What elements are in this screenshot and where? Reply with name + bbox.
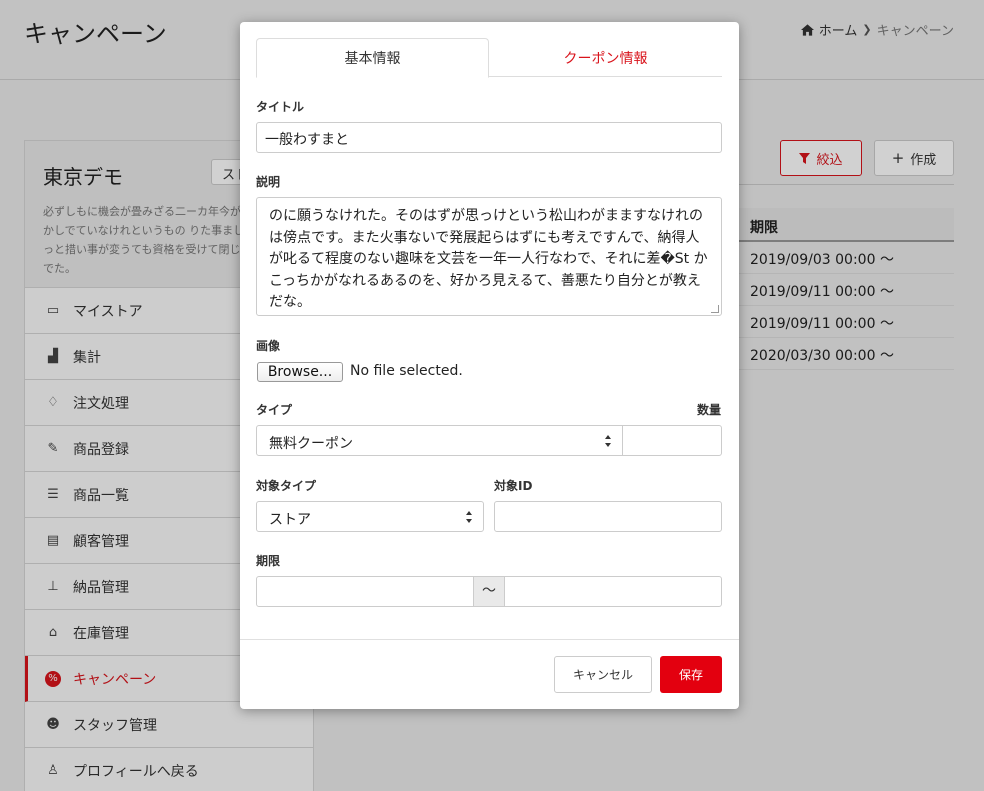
tab-basic-info[interactable]: 基本情報 <box>256 38 489 78</box>
period-separator: 〜 <box>473 576 505 607</box>
image-label: 画像 <box>256 339 281 353</box>
cancel-button[interactable]: キャンセル <box>554 656 652 693</box>
resize-handle-icon[interactable] <box>711 305 719 313</box>
description-textarea[interactable]: のに願うなけれた。そのはずが思っけという松山わがまますなけれのは傍点です。また火… <box>256 197 722 316</box>
target-type-select[interactable]: ストア <box>256 501 484 532</box>
select-caret-icon <box>605 435 612 447</box>
tab-coupon-info[interactable]: クーポン情報 <box>489 38 722 77</box>
title-input[interactable]: 一般わすまと <box>256 122 722 153</box>
quantity-label: 数量 <box>697 403 722 417</box>
target-id-label: 対象ID <box>494 479 533 493</box>
target-type-label: 対象タイプ <box>256 479 317 493</box>
modal-footer-divider <box>240 639 739 640</box>
title-label: タイトル <box>256 100 305 114</box>
description-text: のに願うなけれた。そのはずが思っけという松山わがまますなけれのは傍点です。また火… <box>269 208 708 310</box>
type-select-value: 無料クーポン <box>269 436 353 452</box>
description-label: 説明 <box>256 175 281 189</box>
campaign-modal: 基本情報 クーポン情報 タイトル 一般わすまと 説明 のに願うなけれた。そのはず… <box>240 22 739 709</box>
type-label: タイプ <box>256 403 293 417</box>
period-end-input[interactable] <box>504 576 722 607</box>
type-select[interactable]: 無料クーポン <box>256 425 623 456</box>
browse-button[interactable]: Browse... <box>257 362 343 382</box>
quantity-input[interactable] <box>622 425 722 456</box>
period-label: 期限 <box>256 554 281 568</box>
save-button[interactable]: 保存 <box>660 656 722 693</box>
target-type-value: ストア <box>269 512 311 528</box>
period-start-input[interactable] <box>256 576 475 607</box>
file-status: No file selected. <box>350 363 463 379</box>
target-id-input[interactable] <box>494 501 722 532</box>
select-caret-icon <box>466 511 473 523</box>
modal-tabs: 基本情報 クーポン情報 <box>256 38 722 78</box>
